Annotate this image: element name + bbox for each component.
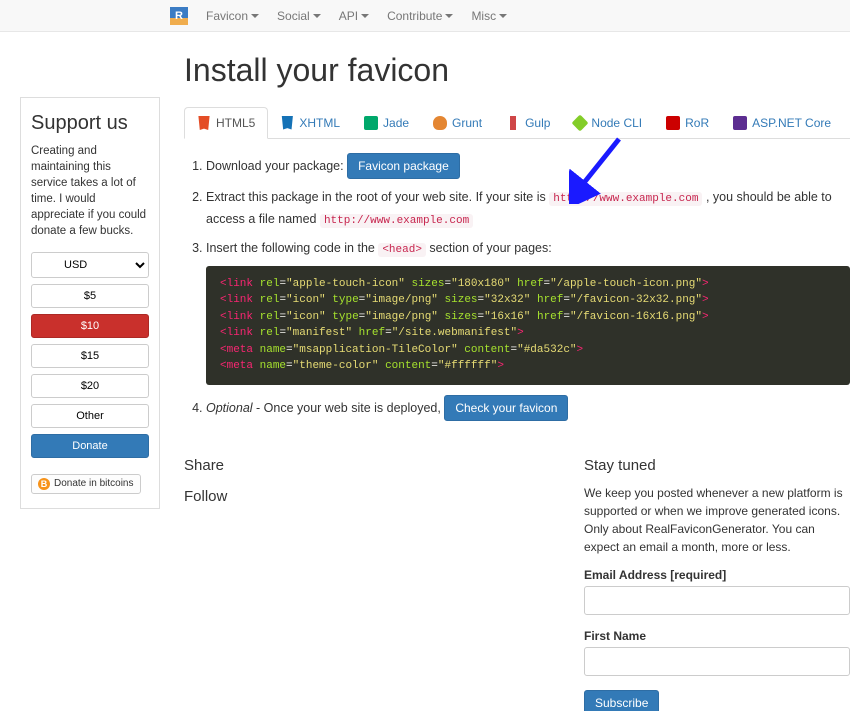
firstname-field[interactable] — [584, 647, 850, 676]
chevron-down-icon — [313, 14, 321, 18]
favicon-package-button[interactable]: Favicon package — [347, 153, 460, 179]
share-heading: Share — [184, 457, 544, 474]
donate-button[interactable]: Donate — [31, 434, 149, 458]
tab-jade[interactable]: Jade — [352, 107, 421, 138]
chevron-down-icon — [361, 14, 369, 18]
platform-tabs: HTML5 XHTML Jade Grunt Gulp Node CLI RoR… — [184, 107, 850, 139]
email-field[interactable] — [584, 586, 850, 615]
chevron-down-icon — [251, 14, 259, 18]
nav-misc[interactable]: Misc — [471, 9, 507, 23]
xhtml-icon — [280, 116, 294, 130]
sidebar-desc: Creating and maintaining this service ta… — [31, 143, 149, 240]
nav-favicon[interactable]: Favicon — [206, 9, 259, 23]
site-logo[interactable]: R — [170, 7, 188, 25]
currency-select[interactable]: USD — [31, 252, 149, 278]
donate-15-button[interactable]: $15 — [31, 344, 149, 368]
navbar: R Favicon Social API Contribute Misc — [0, 0, 850, 32]
tab-google[interactable]: Google Web Starter Kit — [843, 107, 850, 138]
head-tag: <head> — [378, 243, 426, 257]
donate-10-button[interactable]: $10 — [31, 314, 149, 338]
tab-gulp[interactable]: Gulp — [494, 107, 562, 138]
donate-bitcoin-button[interactable]: B Donate in bitcoins — [31, 474, 141, 494]
tab-ror[interactable]: RoR — [654, 107, 721, 138]
code-snippet[interactable]: <link rel="apple-touch-icon" sizes="180x… — [206, 266, 850, 385]
follow-heading: Follow — [184, 488, 544, 505]
html5-icon — [197, 116, 211, 130]
grunt-icon — [433, 116, 447, 130]
subscribe-button[interactable]: Subscribe — [584, 690, 659, 711]
tab-html5[interactable]: HTML5 — [184, 107, 268, 139]
step-4: Optional - Once your web site is deploye… — [206, 395, 850, 421]
step-1: Download your package: Favicon package — [206, 153, 850, 179]
tab-grunt[interactable]: Grunt — [421, 107, 494, 138]
tab-node[interactable]: Node CLI — [562, 107, 654, 138]
tab-aspnet[interactable]: ASP.NET Core — [721, 107, 843, 138]
node-icon — [572, 114, 589, 131]
example-url-1: http://www.example.com — [549, 192, 702, 206]
support-sidebar: Support us Creating and maintaining this… — [20, 97, 160, 509]
gulp-icon — [510, 116, 516, 130]
sidebar-title: Support us — [31, 112, 149, 135]
jade-icon — [364, 116, 378, 130]
email-label: Email Address [required] — [584, 568, 850, 582]
install-steps: Download your package: Favicon package E… — [184, 139, 850, 443]
nav-api[interactable]: API — [339, 9, 369, 23]
firstname-label: First Name — [584, 629, 850, 643]
donate-5-button[interactable]: $5 — [31, 284, 149, 308]
nav-contribute[interactable]: Contribute — [387, 9, 453, 23]
page-title: Install your favicon — [184, 52, 850, 89]
main-content: Install your favicon HTML5 XHTML Jade Gr… — [184, 52, 850, 711]
bitcoin-icon: B — [38, 478, 50, 490]
donate-other-button[interactable]: Other — [31, 404, 149, 428]
step-3: Insert the following code in the <head> … — [206, 238, 850, 385]
step-2: Extract this package in the root of your… — [206, 187, 850, 230]
chevron-down-icon — [499, 14, 507, 18]
aspnet-icon — [733, 116, 747, 130]
donate-20-button[interactable]: $20 — [31, 374, 149, 398]
check-favicon-button[interactable]: Check your favicon — [444, 395, 568, 421]
ror-icon — [666, 116, 680, 130]
tab-xhtml[interactable]: XHTML — [268, 107, 352, 138]
example-url-2: http://www.example.com — [320, 214, 473, 228]
nav-social[interactable]: Social — [277, 9, 321, 23]
chevron-down-icon — [445, 14, 453, 18]
staytuned-heading: Stay tuned — [584, 457, 850, 474]
